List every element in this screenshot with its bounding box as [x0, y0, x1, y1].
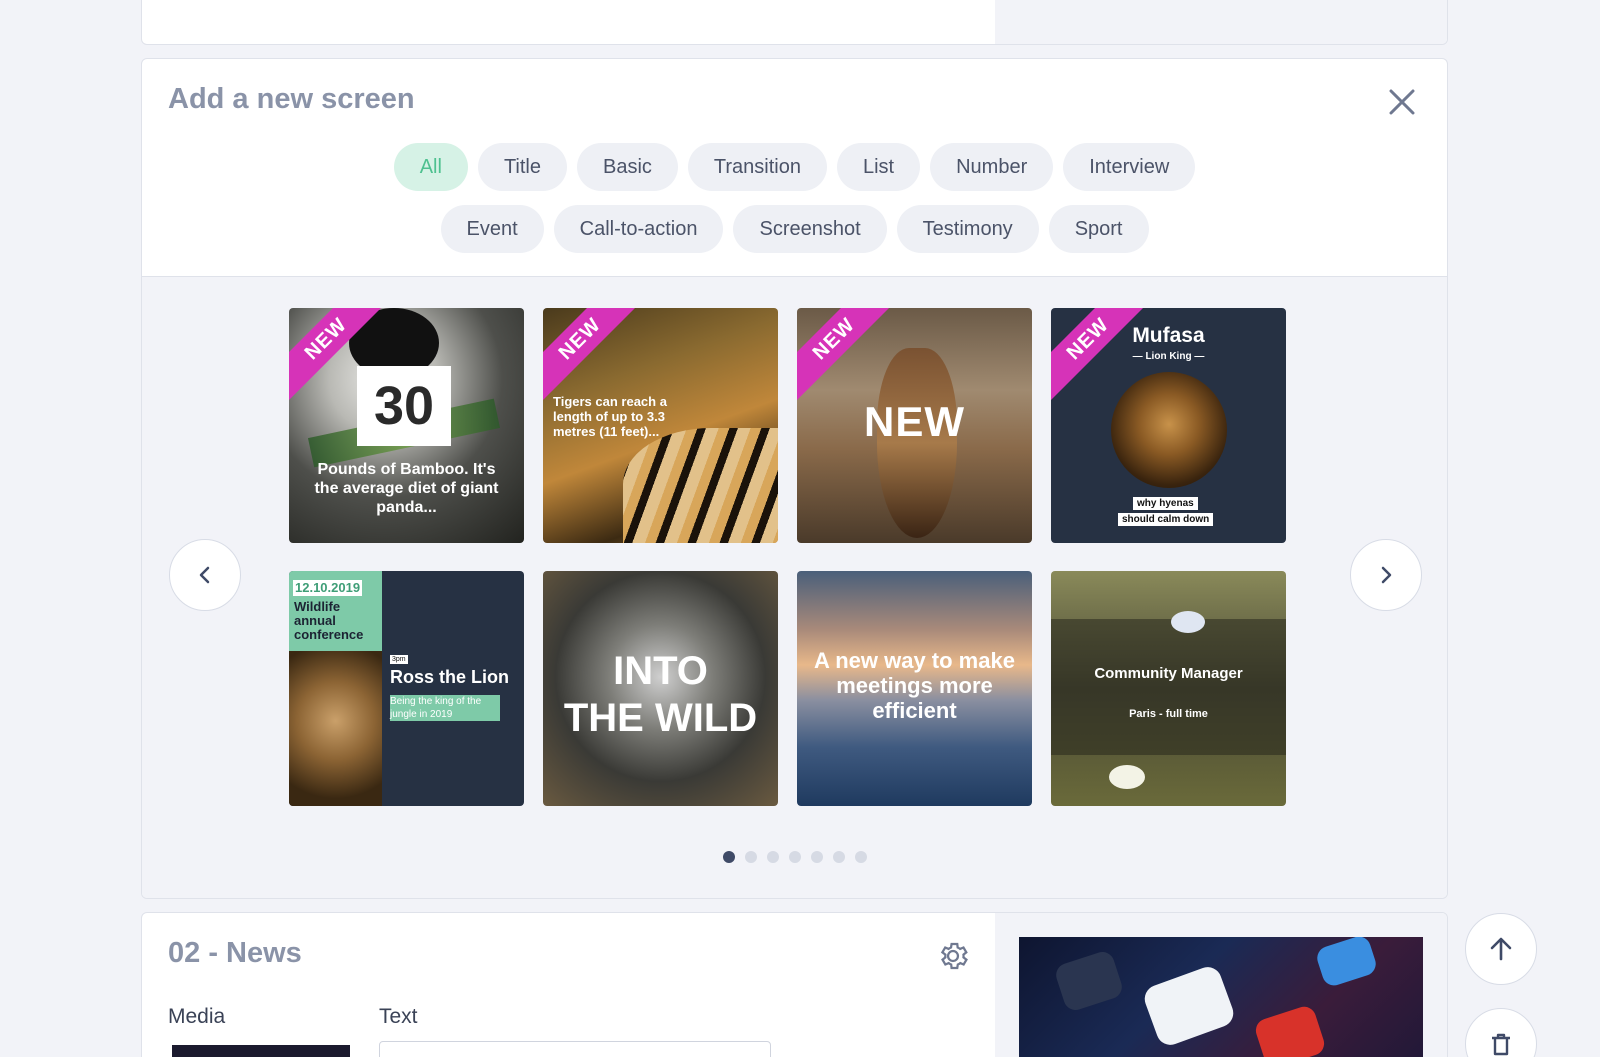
filter-chip-list[interactable]: List	[836, 143, 921, 191]
filter-row-2: Event Call-to-action Screenshot Testimony Sp…	[142, 205, 1447, 253]
screen-title: 02 - News	[168, 937, 302, 969]
arrow-up-icon	[1490, 937, 1512, 961]
next-page-button[interactable]	[1350, 539, 1422, 611]
page-dot-5[interactable]	[810, 851, 823, 863]
news-preview-pane	[995, 913, 1447, 1057]
tiger-caption: Tigers can reach a length of up to 3.3 m…	[553, 394, 667, 439]
chevron-right-icon	[1381, 566, 1392, 584]
app-icon-skype	[1314, 937, 1379, 989]
previous-page-button[interactable]	[169, 539, 241, 611]
media-label: Media	[168, 1005, 226, 1028]
page-dot-6[interactable]	[832, 851, 845, 863]
caption-band	[1051, 619, 1286, 755]
event-title: Wildlife annual conference	[294, 599, 364, 642]
pagination-dots	[142, 850, 1447, 868]
event-date: 12.10.2019	[293, 580, 363, 596]
template-panda-number[interactable]: 30 Pounds of Bamboo. It's the average di…	[289, 308, 524, 543]
template-raccoon-title[interactable]: INTO THE WILD	[543, 571, 778, 806]
page-dot-2[interactable]	[744, 851, 757, 863]
text-label: Text	[379, 1005, 418, 1028]
job-role: Community Manager	[1094, 665, 1243, 682]
job-detail: Paris - full time	[1129, 708, 1208, 720]
page-dot-7[interactable]	[854, 851, 867, 863]
mufasa-tag-2: should calm down	[1118, 513, 1214, 526]
template-deer-title[interactable]: NEW NEW	[797, 308, 1032, 543]
previous-screen-preview-pane	[995, 0, 1447, 44]
flower-top-shape	[1171, 611, 1205, 633]
filter-chip-call-to-action[interactable]: Call-to-action	[553, 205, 724, 253]
news-screen-card: 02 - News Media Text	[141, 912, 1448, 1057]
flower-bottom-shape	[1109, 765, 1145, 789]
filter-chip-all[interactable]: All	[393, 143, 468, 191]
close-button[interactable]	[1385, 85, 1419, 119]
template-community-job[interactable]: Community Manager Paris - full time	[1051, 571, 1286, 806]
template-gallery: 30 Pounds of Bamboo. It's the average di…	[142, 276, 1447, 898]
new-badge: NEW	[543, 308, 646, 405]
lion-photo	[289, 651, 382, 806]
page-dot-3[interactable]	[766, 851, 779, 863]
filter-chip-sport[interactable]: Sport	[1048, 205, 1149, 253]
media-thumbnail[interactable]	[172, 1045, 350, 1057]
text-field[interactable]	[379, 1041, 771, 1057]
app-icon-youtube	[1252, 1003, 1328, 1057]
news-preview-image	[1019, 937, 1423, 1057]
filter-chip-transition[interactable]: Transition	[687, 143, 827, 191]
add-screen-panel: Add a new screen All Title Basic Transition…	[141, 58, 1448, 899]
sky-caption: A new way to make meetings more efficien…	[814, 648, 1015, 723]
filter-chip-number[interactable]: Number	[930, 143, 1054, 191]
trash-icon	[1492, 1033, 1510, 1056]
page-dot-4[interactable]	[788, 851, 801, 863]
lion-portrait	[1111, 372, 1227, 488]
speaker-description: Being the king of the jungle in 2019	[390, 695, 500, 721]
filter-chip-screenshot[interactable]: Screenshot	[733, 205, 887, 253]
filter-chip-testimony[interactable]: Testimony	[896, 205, 1039, 253]
template-mufasa-interview[interactable]: Mufasa — Lion King — why hyenas should c…	[1051, 308, 1286, 543]
close-icon	[1389, 89, 1415, 115]
template-tiger-fact[interactable]: Tigers can reach a length of up to 3.3 m…	[543, 308, 778, 543]
move-up-button[interactable]	[1465, 913, 1537, 985]
filter-chip-event[interactable]: Event	[440, 205, 544, 253]
app-icon-generic	[1053, 948, 1125, 1014]
template-sky-statement[interactable]: A new way to make meetings more efficien…	[797, 571, 1032, 806]
panel-title: Add a new screen	[168, 83, 415, 115]
app-icon-vimeo	[1140, 963, 1238, 1049]
delete-button[interactable]	[1465, 1008, 1537, 1057]
gear-icon	[940, 942, 968, 970]
page-dot-1[interactable]	[722, 851, 735, 863]
filter-chip-title[interactable]: Title	[477, 143, 567, 191]
event-time: 3pm	[390, 655, 408, 664]
deer-caption: NEW	[864, 398, 965, 445]
raccoon-line-1: INTO	[613, 649, 708, 693]
filter-chip-interview[interactable]: Interview	[1063, 143, 1196, 191]
raccoon-line-2: THE WILD	[563, 696, 758, 740]
template-event-speaker[interactable]: 12.10.2019 Wildlife annual conference 3p…	[289, 571, 524, 806]
chevron-left-icon	[199, 566, 210, 584]
filter-chip-basic[interactable]: Basic	[577, 143, 678, 191]
mufasa-tag-1: why hyenas	[1133, 497, 1198, 510]
panda-caption: Pounds of Bamboo. It's the average diet …	[314, 461, 499, 516]
previous-screen-card	[141, 0, 1448, 45]
speaker-name: Ross the Lion	[390, 667, 510, 687]
settings-button[interactable]	[936, 939, 970, 973]
number-box: 30	[357, 366, 451, 446]
tiger-stripes-shape	[623, 428, 778, 543]
filter-row-1: All Title Basic Transition List Number Intervi…	[142, 143, 1447, 191]
